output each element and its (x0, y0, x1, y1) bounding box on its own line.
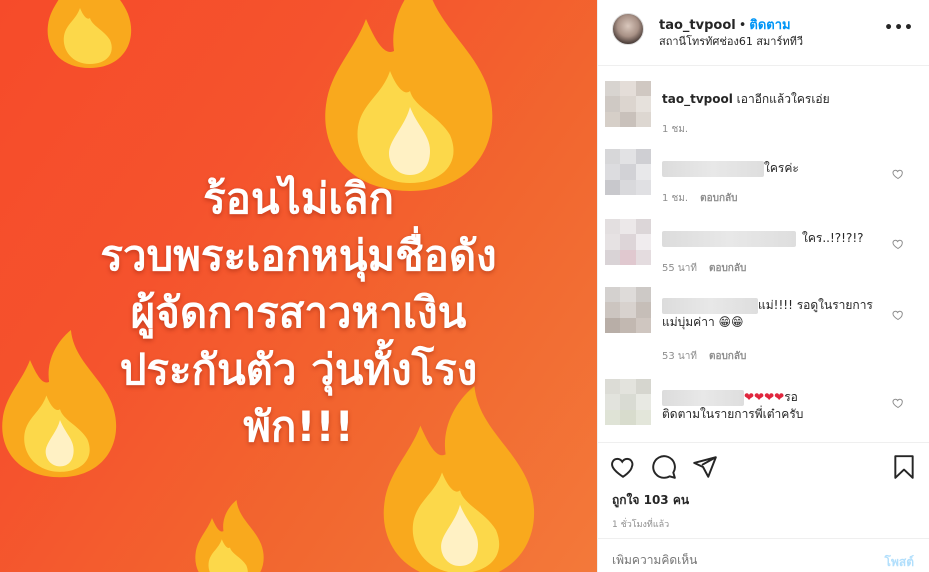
list-item: ❤❤❤❤รอ ติดตามในรายการพี่เต๋าครับ (598, 379, 929, 441)
comment-text: ใครค่ะ (662, 160, 799, 177)
comment-time[interactable]: 1 ชม. (662, 193, 688, 204)
post-side-panel: tao_tvpool • ติดตาม สถานีโทรทัศช่อง61 สมาร… (597, 0, 929, 572)
hearts-emoji: ❤❤❤❤ (744, 390, 785, 404)
avatar[interactable] (605, 219, 651, 265)
share-icon[interactable] (692, 454, 718, 480)
username-link[interactable]: tao_tvpool (659, 18, 736, 33)
heart-icon[interactable] (892, 397, 904, 409)
reply-button[interactable]: ตอบกลับ (700, 193, 737, 204)
likes-count[interactable]: ถูกใจ 103 คน (612, 491, 689, 510)
comment-body: ใครค่ะ (764, 161, 799, 175)
comment-text: แม่!!!! รอดูในรายการ แม่บุ่มค่าา 😁😁 (662, 297, 873, 331)
comment-meta: 1 ชม. (662, 122, 700, 137)
comment-body: เอาอีกแล้วใครเอ่ย (736, 92, 830, 106)
heart-icon[interactable] (892, 168, 904, 180)
comment-text: ใคร..!?!?!? (662, 230, 864, 247)
comment-text: tao_tvpool เอาอีกแล้วใครเอ่ย (662, 91, 830, 108)
blurred-username[interactable] (662, 389, 744, 406)
avatar[interactable] (605, 379, 651, 425)
add-comment-bar: โพสต์ (598, 538, 929, 572)
list-item: แม่!!!! รอดูในรายการ แม่บุ่มค่าา 😁😁 53 น… (598, 287, 929, 367)
comment-meta: 55 นาที ตอบกลับ (662, 261, 758, 276)
comment-input[interactable] (612, 553, 842, 567)
avatar[interactable] (605, 149, 651, 195)
avatar[interactable] (612, 13, 644, 45)
list-item: ใคร..!?!?!? 55 นาที ตอบกลับ (598, 219, 929, 279)
comment-body: ใคร..!?!?!? (802, 231, 864, 245)
comment-body: รอ (784, 390, 798, 404)
heart-icon[interactable] (610, 454, 636, 480)
caption-line: พัก!!! (243, 402, 354, 451)
post-comment-button[interactable]: โพสต์ (885, 553, 914, 572)
comment-username[interactable]: tao_tvpool (662, 92, 733, 106)
location-link[interactable]: สถานีโทรทัศช่อง61 สมาร์ททีวี (659, 32, 803, 50)
reply-button[interactable]: ตอบกลับ (709, 351, 746, 362)
avatar[interactable] (605, 81, 651, 127)
blurred-username[interactable] (662, 297, 758, 314)
post-image-caption: ร้อนไม่เลิก รวบพระเอกหนุ่มชื่อดัง ผู้จัด… (0, 170, 597, 455)
comment-meta: 1 ชม. ตอบกลับ (662, 191, 750, 206)
comment-body: ติดตามในรายการพี่เต๋าครับ (662, 407, 804, 421)
post-image[interactable]: ร้อนไม่เลิก รวบพระเอกหนุ่มชื่อดัง ผู้จัด… (0, 0, 597, 572)
comment-body: แม่!!!! รอดูในรายการ (758, 298, 873, 312)
comment-time[interactable]: 1 ชม. (662, 124, 688, 135)
list-item: ใครค่ะ 1 ชม. ตอบกลับ (598, 149, 929, 209)
comment-icon[interactable] (651, 454, 677, 480)
comment-meta: 53 นาที ตอบกลับ (662, 349, 758, 364)
separator-dot: • (738, 18, 747, 33)
heart-icon[interactable] (892, 309, 904, 321)
comment-text: ❤❤❤❤รอ ติดตามในรายการพี่เต๋าครับ (662, 389, 803, 423)
heart-icon[interactable] (892, 238, 904, 250)
post-header: tao_tvpool • ติดตาม สถานีโทรทัศช่อง61 สมาร… (598, 0, 929, 66)
caption-line: ประกันตัว วุ่นทั้งโรง (119, 345, 478, 394)
comment-time[interactable]: 53 นาที (662, 351, 697, 362)
avatar[interactable] (605, 287, 651, 333)
instagram-post-modal: ร้อนไม่เลิก รวบพระเอกหนุ่มชื่อดัง ผู้จัด… (0, 0, 929, 572)
reply-button[interactable]: ตอบกลับ (709, 263, 746, 274)
comment-body: แม่บุ่มค่าา 😁😁 (662, 315, 744, 329)
blurred-username[interactable] (662, 160, 764, 177)
caption-line: ผู้จัดการสาวหาเงิน (130, 288, 467, 337)
comment-time[interactable]: 55 นาที (662, 263, 697, 274)
blurred-username[interactable] (662, 230, 796, 247)
post-timestamp[interactable]: 1 ชั่วโมงที่แล้ว (612, 517, 669, 531)
more-options-icon[interactable]: ••• (884, 20, 914, 36)
list-item: tao_tvpool เอาอีกแล้วใครเอ่ย 1 ชม. (598, 81, 929, 141)
bookmark-icon[interactable] (891, 454, 917, 480)
comments-list: tao_tvpool เอาอีกแล้วใครเอ่ย 1 ชม. ใครค่… (598, 67, 929, 441)
caption-line: รวบพระเอกหนุ่มชื่อดัง (100, 231, 497, 280)
flame-icon (195, 500, 264, 572)
flame-icon (47, 0, 132, 68)
caption-line: ร้อนไม่เลิก (203, 174, 394, 223)
post-actions: ถูกใจ 103 คน 1 ชั่วโมงที่แล้ว (598, 442, 929, 538)
follow-button[interactable]: ติดตาม (749, 18, 790, 33)
